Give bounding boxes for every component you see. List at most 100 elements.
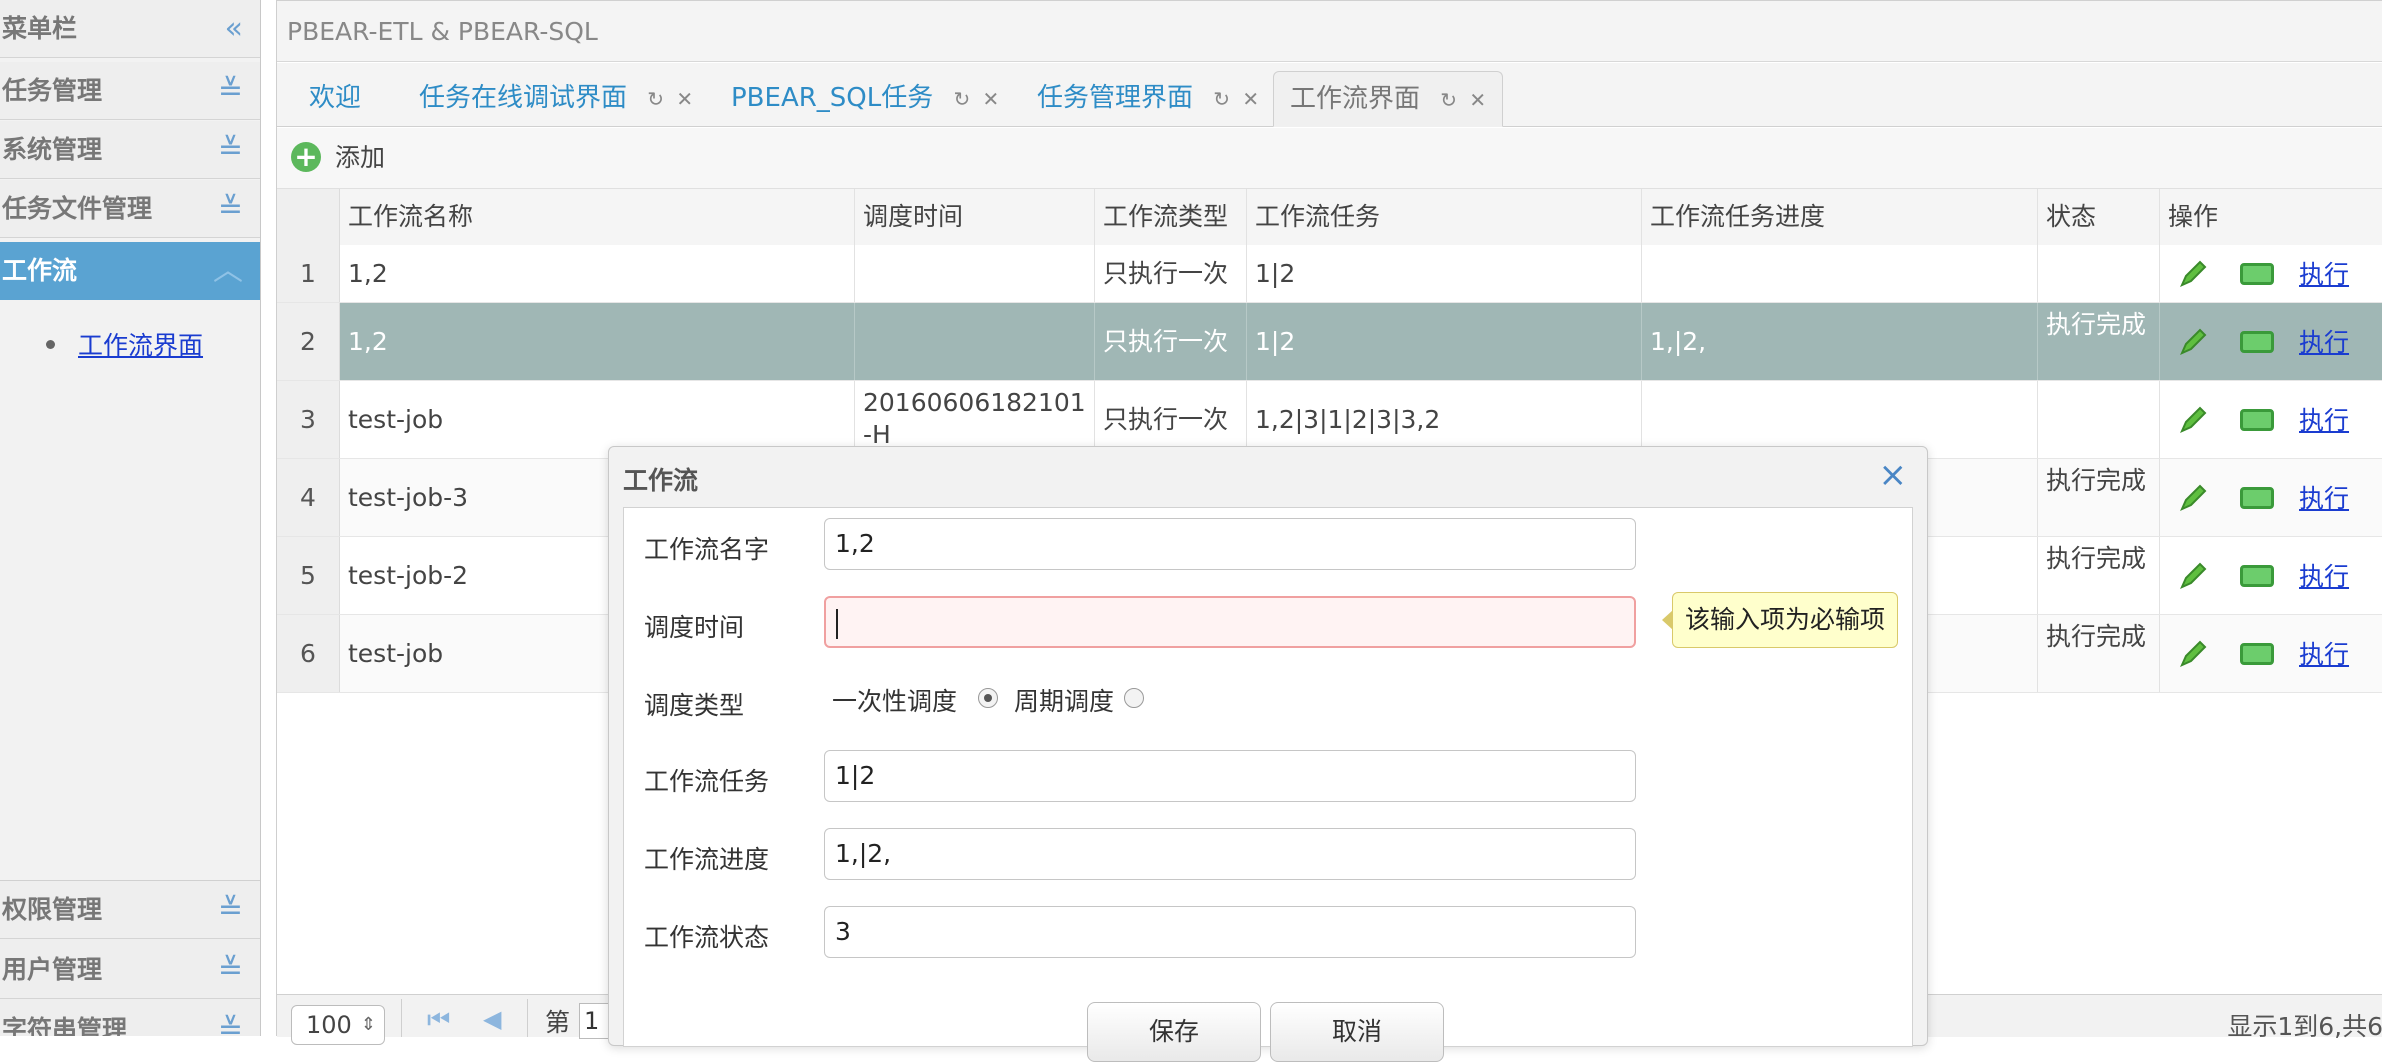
close-icon[interactable]: ✕: [676, 87, 693, 111]
sidebar-group-user-management[interactable]: 用户管理 ≚: [0, 941, 260, 999]
sidebar-group-label: 系统管理: [2, 135, 103, 164]
close-icon[interactable]: ✕: [1469, 88, 1486, 112]
run-link[interactable]: 执行: [2299, 255, 2349, 291]
workflow-progress-input[interactable]: 1,|2,: [824, 828, 1636, 880]
workflow-name-label: 工作流名字: [644, 535, 770, 564]
cell-tasks: 1|2: [1247, 303, 1642, 380]
sidebar-item-workflow-page[interactable]: 工作流界面: [78, 326, 203, 362]
chevron-down-icon: ≚: [217, 191, 243, 226]
tab-welcome[interactable]: 欢迎: [309, 71, 361, 127]
run-link[interactable]: 执行: [2299, 401, 2349, 437]
first-page-icon[interactable]: ⏮: [427, 1005, 450, 1036]
run-link[interactable]: 执行: [2299, 635, 2349, 671]
cell-time: [855, 245, 1095, 302]
radio-once[interactable]: [978, 688, 998, 708]
refresh-icon[interactable]: ↻: [1213, 87, 1230, 111]
column-header[interactable]: 工作流任务: [1247, 189, 1642, 245]
refresh-icon[interactable]: ↻: [954, 87, 971, 111]
tab-workflow[interactable]: 工作流界面 ↻ ✕: [1273, 71, 1504, 127]
tab-task-management[interactable]: 任务管理界面 ↻ ✕: [1037, 71, 1259, 127]
tab-label: 任务管理界面: [1037, 83, 1194, 113]
radio-periodic[interactable]: [1124, 688, 1144, 708]
save-button[interactable]: 保存: [1087, 1002, 1261, 1062]
column-header[interactable]: 操作: [2160, 189, 2382, 245]
run-link[interactable]: 执行: [2299, 557, 2349, 593]
edit-pencil-icon[interactable]: [2178, 483, 2208, 513]
sidebar-bottom-groups: 权限管理 ≚ 用户管理 ≚ 字符串管理 ≚: [0, 880, 260, 1036]
cell-status: 执行完成: [2038, 303, 2160, 380]
sidebar-group-system-management[interactable]: 系统管理 ≚: [0, 121, 260, 179]
workflow-status-label: 工作流状态: [644, 923, 770, 952]
stop-icon[interactable]: [2240, 263, 2274, 285]
page-size-value: 100: [306, 1011, 352, 1039]
previous-page-icon[interactable]: ◀: [483, 1005, 501, 1033]
table-row[interactable]: 1 1,2 只执行一次 1|2 执行: [277, 245, 2382, 303]
cell-tasks: 1|2: [1247, 245, 1642, 302]
column-header[interactable]: 工作流类型: [1095, 189, 1247, 245]
column-header[interactable]: 状态: [2038, 189, 2160, 245]
workflow-status-input[interactable]: 3: [824, 906, 1636, 958]
edit-pencil-icon[interactable]: [2178, 259, 2208, 289]
workflow-tasks-label: 工作流任务: [644, 767, 770, 796]
stop-icon[interactable]: [2240, 565, 2274, 587]
stop-icon[interactable]: [2240, 409, 2274, 431]
close-icon[interactable]: ✕: [983, 87, 1000, 111]
sidebar-group-string-management[interactable]: 字符串管理 ≚: [0, 1001, 260, 1036]
chevron-down-icon: ≚: [217, 952, 243, 987]
workflow-name-input[interactable]: 1,2: [824, 518, 1636, 570]
workflow-tasks-input[interactable]: 1|2: [824, 750, 1636, 802]
edit-pencil-icon[interactable]: [2178, 561, 2208, 591]
row-number: 2: [277, 303, 340, 380]
workflow-progress-label: 工作流进度: [644, 845, 770, 874]
column-header[interactable]: 工作流名称: [340, 189, 855, 245]
cell-progress: [1642, 245, 2038, 302]
edit-pencil-icon[interactable]: [2178, 405, 2208, 435]
row-number: 4: [277, 459, 340, 536]
stop-icon[interactable]: [2240, 331, 2274, 353]
sidebar-group-workflow[interactable]: 工作流 ︿: [0, 242, 260, 300]
run-link[interactable]: 执行: [2299, 479, 2349, 515]
column-header[interactable]: 工作流任务进度: [1642, 189, 2038, 245]
edit-pencil-icon[interactable]: [2178, 327, 2208, 357]
add-icon[interactable]: +: [291, 142, 321, 172]
sidebar: 菜单栏 « 任务管理 ≚ 系统管理 ≚ 任务文件管理 ≚ 工作流 ︿ 工作流界面…: [0, 0, 261, 1036]
page-title: PBEAR-ETL & PBEAR-SQL: [277, 0, 2382, 62]
add-button[interactable]: 添加: [335, 128, 385, 188]
sidebar-group-label: 任务管理: [2, 76, 103, 105]
row-number: 3: [277, 381, 340, 458]
chevron-down-icon: ≚: [217, 1012, 243, 1036]
stop-icon[interactable]: [2240, 643, 2274, 665]
refresh-icon[interactable]: ↻: [1440, 88, 1457, 112]
column-header[interactable]: 调度时间: [855, 189, 1095, 245]
row-number: 1: [277, 245, 340, 302]
cancel-button[interactable]: 取消: [1270, 1002, 1444, 1062]
cell-status: 执行完成: [2038, 537, 2160, 614]
chevron-down-icon: ≚: [217, 132, 243, 167]
run-link[interactable]: 执行: [2299, 323, 2349, 359]
cell-status: [2038, 381, 2160, 458]
sidebar-group-task-file-management[interactable]: 任务文件管理 ≚: [0, 180, 260, 238]
page-label: 第: [545, 1008, 571, 1037]
refresh-icon[interactable]: ↻: [647, 87, 664, 111]
tab-online-debug[interactable]: 任务在线调试界面 ↻ ✕: [419, 71, 693, 127]
close-icon[interactable]: ✕: [1242, 87, 1259, 111]
collapse-sidebar-icon[interactable]: «: [225, 0, 243, 58]
tab-label: 任务在线调试界面: [419, 83, 628, 113]
sidebar-group-label: 任务文件管理: [2, 194, 153, 223]
sidebar-group-task-management[interactable]: 任务管理 ≚: [0, 62, 260, 120]
stop-icon[interactable]: [2240, 487, 2274, 509]
tab-bar: 欢迎 任务在线调试界面 ↻ ✕ PBEAR_SQL任务 ↻ ✕ 任务管理界面 ↻…: [277, 63, 2382, 127]
edit-pencil-icon[interactable]: [2178, 639, 2208, 669]
close-icon[interactable]: ×: [1879, 455, 1908, 495]
row-number: 5: [277, 537, 340, 614]
sidebar-group-permission-management[interactable]: 权限管理 ≚: [0, 881, 260, 939]
sidebar-title: 菜单栏: [2, 14, 78, 43]
cell-type: 只执行一次: [1095, 303, 1247, 380]
row-number-header: [277, 189, 340, 245]
schedule-time-input[interactable]: [824, 596, 1636, 648]
table-row[interactable]: 2 1,2 只执行一次 1|2 1,|2, 执行完成 执行: [277, 303, 2382, 381]
sidebar-header: 菜单栏 «: [0, 0, 260, 58]
page-number-input[interactable]: 1: [579, 1003, 609, 1039]
page-size-select[interactable]: 100 ⇕: [291, 1005, 385, 1045]
tab-pbear-sql[interactable]: PBEAR_SQL任务 ↻ ✕: [731, 71, 999, 127]
